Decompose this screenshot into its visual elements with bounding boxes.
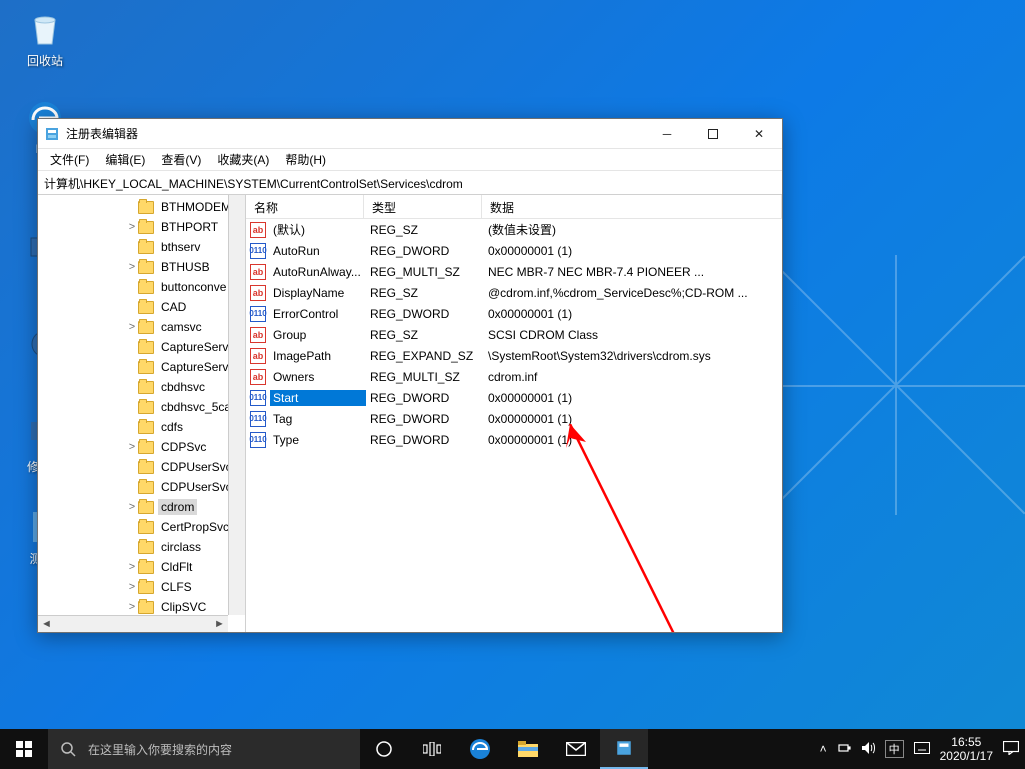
value-row[interactable]: abDisplayNameREG_SZ@cdrom.inf,%cdrom_Ser…: [246, 282, 782, 303]
tree-node[interactable]: >CDPSvc: [38, 437, 245, 457]
tree-node[interactable]: cbdhsvc_5ca: [38, 397, 245, 417]
col-name[interactable]: 名称: [246, 195, 364, 218]
scroll-left-icon[interactable]: ◄: [38, 616, 55, 632]
keyboard-icon[interactable]: [914, 742, 930, 757]
volume-icon[interactable]: [861, 741, 875, 758]
binary-icon: 0110: [250, 390, 266, 406]
col-type[interactable]: 类型: [364, 195, 482, 218]
start-button[interactable]: [0, 729, 48, 769]
taskbar-clock[interactable]: 16:55 2020/1/17: [940, 735, 993, 764]
menu-item[interactable]: 帮助(H): [279, 149, 332, 170]
search-placeholder: 在这里输入你要搜索的内容: [88, 741, 232, 758]
tree-node[interactable]: bthserv: [38, 237, 245, 257]
annotation-arrow: [516, 424, 716, 632]
tray-chevron-icon[interactable]: ˄: [820, 742, 827, 756]
menu-item[interactable]: 查看(V): [155, 149, 207, 170]
explorer-icon[interactable]: [504, 729, 552, 769]
tree-node[interactable]: circlass: [38, 537, 245, 557]
binary-icon: 0110: [250, 306, 266, 322]
col-data[interactable]: 数据: [482, 195, 782, 218]
ime-indicator[interactable]: 中: [885, 740, 904, 758]
value-row[interactable]: abOwnersREG_MULTI_SZcdrom.inf: [246, 366, 782, 387]
string-icon: ab: [250, 285, 266, 301]
value-row[interactable]: 0110ErrorControlREG_DWORD0x00000001 (1): [246, 303, 782, 324]
values-pane[interactable]: 名称 类型 数据 ab(默认)REG_SZ(数值未设置)0110AutoRunR…: [246, 195, 782, 632]
edge-icon[interactable]: [456, 729, 504, 769]
system-tray: ˄ 中 16:55 2020/1/17: [814, 729, 1025, 769]
tree-node[interactable]: >cdrom: [38, 497, 245, 517]
value-row[interactable]: 0110StartREG_DWORD0x00000001 (1): [246, 387, 782, 408]
desktop-icon-recycle-bin[interactable]: 回收站: [8, 8, 82, 69]
tree-node[interactable]: CertPropSvc: [38, 517, 245, 537]
tree-node[interactable]: CAD: [38, 297, 245, 317]
power-icon[interactable]: [837, 741, 851, 758]
maximize-button[interactable]: [690, 119, 736, 148]
binary-icon: 0110: [250, 243, 266, 259]
column-headers[interactable]: 名称 类型 数据: [246, 195, 782, 219]
tree-node[interactable]: CaptureServ: [38, 357, 245, 377]
mail-icon[interactable]: [552, 729, 600, 769]
value-row[interactable]: 0110TypeREG_DWORD0x00000001 (1): [246, 429, 782, 450]
window-title: 注册表编辑器: [66, 125, 644, 142]
tree-node[interactable]: >BTHUSB: [38, 257, 245, 277]
cortana-icon[interactable]: [360, 729, 408, 769]
clock-date: 2020/1/17: [940, 749, 993, 763]
string-icon: ab: [250, 369, 266, 385]
clock-time: 16:55: [940, 735, 993, 749]
menu-item[interactable]: 文件(F): [44, 149, 95, 170]
string-icon: ab: [250, 327, 266, 343]
value-row[interactable]: abGroupREG_SZSCSI CDROM Class: [246, 324, 782, 345]
string-icon: ab: [250, 222, 266, 238]
taskbar-apps: [360, 729, 648, 769]
tree-pane[interactable]: BTHMODEM>BTHPORTbthserv>BTHUSBbuttonconv…: [38, 195, 246, 632]
tree-node[interactable]: >CLFS: [38, 577, 245, 597]
tree-node[interactable]: >camsvc: [38, 317, 245, 337]
tree-node[interactable]: buttonconve: [38, 277, 245, 297]
search-icon: [60, 741, 76, 757]
value-row[interactable]: abAutoRunAlway...REG_MULTI_SZNEC MBR-7 N…: [246, 261, 782, 282]
taskbar-search[interactable]: 在这里输入你要搜索的内容: [48, 729, 360, 769]
tree-vscrollbar[interactable]: [228, 195, 245, 615]
value-row[interactable]: ab(默认)REG_SZ(数值未设置): [246, 219, 782, 240]
scroll-right-icon[interactable]: ►: [211, 616, 228, 632]
value-row[interactable]: 0110TagREG_DWORD0x00000001 (1): [246, 408, 782, 429]
binary-icon: 0110: [250, 432, 266, 448]
tree-node[interactable]: cbdhsvc: [38, 377, 245, 397]
window-controls: ─ ✕: [644, 119, 782, 148]
address-bar[interactable]: 计算机\HKEY_LOCAL_MACHINE\SYSTEM\CurrentCon…: [38, 171, 782, 195]
regedit-taskbar-icon[interactable]: [600, 729, 648, 769]
wallpaper-logo: [765, 255, 1025, 515]
menu-item[interactable]: 收藏夹(A): [211, 149, 275, 170]
regedit-window: 注册表编辑器 ─ ✕ 文件(F)编辑(E)查看(V)收藏夹(A)帮助(H) 计算…: [37, 118, 783, 633]
notifications-icon[interactable]: [1003, 741, 1019, 758]
tree-hscrollbar[interactable]: ◄ ►: [38, 615, 228, 632]
desktop[interactable]: 回收站Mic此秒修复升测试1 注册表编辑器 ─ ✕ 文件(F)编辑(E)查看(V…: [0, 0, 1025, 769]
tree-node[interactable]: CDPUserSvc: [38, 457, 245, 477]
tree-node[interactable]: BTHMODEM: [38, 197, 245, 217]
app-icon: [44, 126, 60, 142]
value-row[interactable]: 0110AutoRunREG_DWORD0x00000001 (1): [246, 240, 782, 261]
binary-icon: 0110: [250, 411, 266, 427]
taskbar: 在这里输入你要搜索的内容 ˄ 中 16:55 2020/1/17: [0, 729, 1025, 769]
tree-node[interactable]: CDPUserSvc: [38, 477, 245, 497]
close-button[interactable]: ✕: [736, 119, 782, 148]
tree-node[interactable]: >ClipSVC: [38, 597, 245, 617]
tree-node[interactable]: cdfs: [38, 417, 245, 437]
value-row[interactable]: abImagePathREG_EXPAND_SZ\SystemRoot\Syst…: [246, 345, 782, 366]
tree-node[interactable]: CaptureServ: [38, 337, 245, 357]
tree-node[interactable]: >BTHPORT: [38, 217, 245, 237]
tree-node[interactable]: >CldFlt: [38, 557, 245, 577]
minimize-button[interactable]: ─: [644, 119, 690, 148]
menubar: 文件(F)编辑(E)查看(V)收藏夹(A)帮助(H): [38, 149, 782, 171]
menu-item[interactable]: 编辑(E): [99, 149, 151, 170]
string-icon: ab: [250, 264, 266, 280]
task-view-icon[interactable]: [408, 729, 456, 769]
titlebar[interactable]: 注册表编辑器 ─ ✕: [38, 119, 782, 149]
string-icon: ab: [250, 348, 266, 364]
